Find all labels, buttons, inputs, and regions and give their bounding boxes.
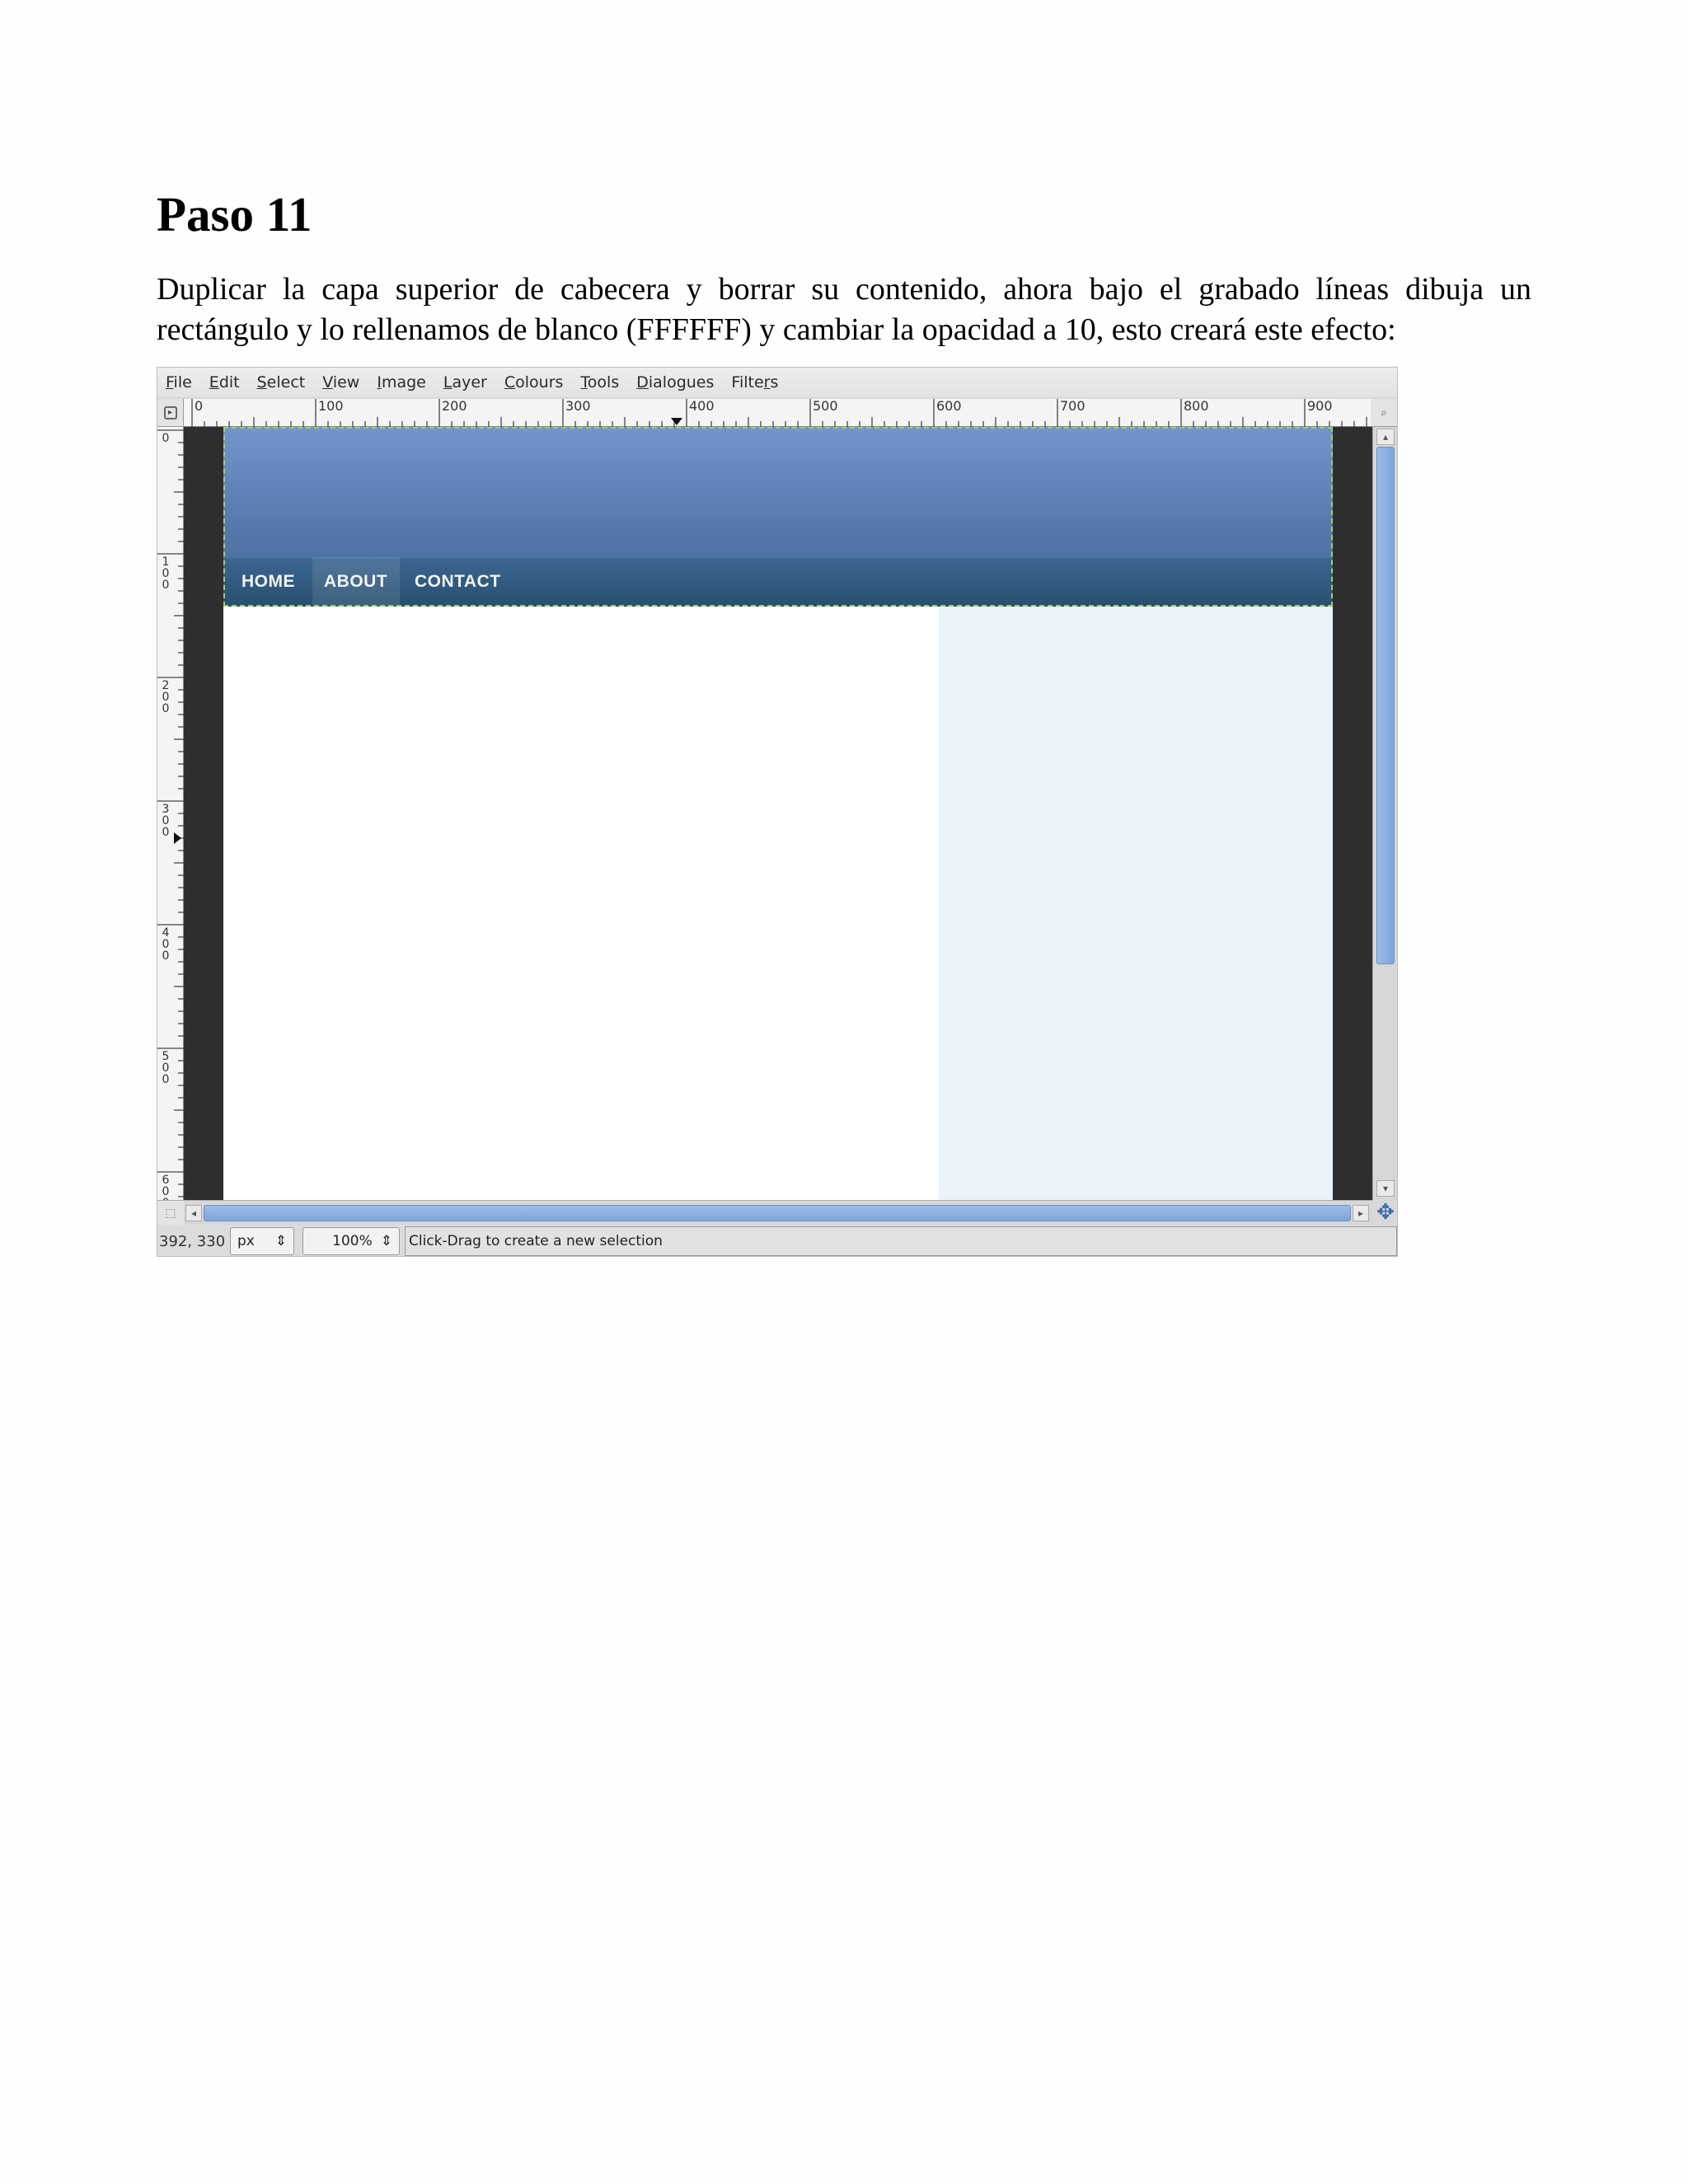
menu-arrow-icon: ▸ xyxy=(163,405,177,419)
navigate-move-icon[interactable]: ✥ xyxy=(1372,1200,1397,1225)
nav-about: ABOUT xyxy=(324,572,388,591)
horizontal-ruler[interactable]: 0 100 200 300 400 500 600 700 800 900 xyxy=(184,399,1372,427)
ruler-label: 0 xyxy=(162,432,170,445)
vertical-ruler[interactable]: 0100200300400500600 xyxy=(157,427,184,1209)
scroll-left-icon[interactable]: ◂ xyxy=(185,1205,202,1221)
instruction-paragraph: Duplicar la capa superior de cabecera y … xyxy=(157,272,1531,347)
menu-arrow-button[interactable]: ▸ xyxy=(157,399,184,427)
menu-item[interactable]: Edit xyxy=(209,373,240,391)
quick-mask-icon[interactable]: ⬚ xyxy=(157,1200,184,1225)
unit-select[interactable]: px ⇕ xyxy=(230,1227,294,1255)
ruler-label: 600 xyxy=(936,398,962,414)
zoom-value: 100% xyxy=(332,1233,373,1249)
scroll-down-icon[interactable]: ▾ xyxy=(1376,1180,1395,1197)
sidebar-panel xyxy=(939,607,1333,1200)
gimp-window: File Edit Select View Image Layer Colours Tools… xyxy=(157,367,1398,1257)
ruler-label: 900 xyxy=(1307,398,1333,414)
vertical-scrollbar[interactable]: ▴ ▾ xyxy=(1372,427,1397,1200)
menu-bar: File Edit Select View Image Layer Colours Tools… xyxy=(157,368,1397,397)
status-bar: 392, 330 px ⇕ 100% ⇕ Click-Drag to creat… xyxy=(157,1225,1397,1256)
menu-item[interactable]: Filters xyxy=(731,373,778,391)
magnifier-icon: ⌕ xyxy=(1381,405,1387,419)
ruler-label: 0 xyxy=(195,398,204,414)
zoom-select[interactable]: 100% ⇕ xyxy=(302,1227,400,1255)
canvas-area[interactable]: HOME ABOUT CONTACT xyxy=(184,427,1372,1200)
pointer-marker-icon xyxy=(671,418,682,425)
ruler-label: 700 xyxy=(1060,398,1085,414)
status-message: Click-Drag to create a new selection xyxy=(405,1226,1397,1256)
pointer-coordinates: 392, 330 xyxy=(159,1232,226,1250)
ruler-label: 800 xyxy=(1184,398,1209,414)
menu-item[interactable]: Dialogues xyxy=(636,373,714,391)
menu-item[interactable]: Image xyxy=(377,373,426,391)
menu-item[interactable]: Select xyxy=(257,373,306,391)
scroll-up-icon[interactable]: ▴ xyxy=(1376,429,1395,445)
ruler-label: 200 xyxy=(442,398,467,414)
page-title: Paso 11 xyxy=(157,187,312,241)
scroll-right-icon[interactable]: ▸ xyxy=(1353,1205,1369,1221)
ruler-label: 300 xyxy=(162,803,170,839)
horizontal-scrollbar[interactable]: ◂ ▸ xyxy=(184,1200,1372,1225)
zoom-toggle-button[interactable]: ⌕ xyxy=(1371,399,1397,427)
ruler-label: 100 xyxy=(162,555,170,592)
unit-value: px xyxy=(237,1233,255,1249)
ruler-label: 300 xyxy=(565,398,591,414)
ruler-label: 500 xyxy=(162,1050,170,1086)
pointer-marker-icon xyxy=(174,832,181,844)
image-canvas[interactable]: HOME ABOUT CONTACT xyxy=(223,427,1333,1200)
horizontal-scroll-thumb[interactable] xyxy=(204,1205,1351,1221)
ruler-label: 200 xyxy=(162,679,170,715)
ruler-label: 500 xyxy=(813,398,838,414)
menu-item[interactable]: Colours xyxy=(504,373,564,391)
vertical-scroll-thumb[interactable] xyxy=(1376,447,1395,964)
nav-home: HOME xyxy=(241,572,295,591)
menu-item[interactable]: View xyxy=(322,373,359,391)
ruler-label: 100 xyxy=(318,398,344,414)
nav-contact: CONTACT xyxy=(415,572,501,591)
menu-item[interactable]: File xyxy=(166,373,192,391)
menu-item[interactable]: Tools xyxy=(580,373,619,391)
spin-arrows-icon: ⇕ xyxy=(380,1233,392,1249)
spin-arrows-icon: ⇕ xyxy=(274,1233,287,1249)
ruler-label: 400 xyxy=(162,926,170,963)
ruler-label: 400 xyxy=(689,398,715,414)
menu-item[interactable]: Layer xyxy=(443,373,487,391)
